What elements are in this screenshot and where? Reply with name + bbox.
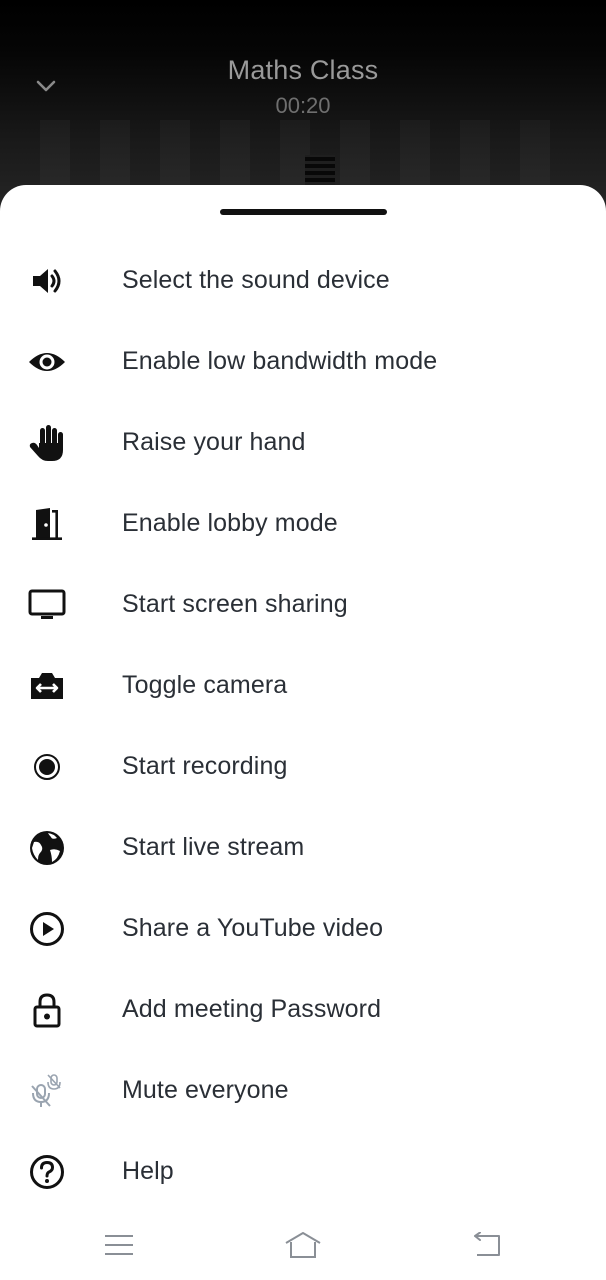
menu-item-toggle-camera[interactable]: Toggle camera (0, 645, 606, 726)
lock-icon (27, 990, 67, 1030)
menu-item-label: Help (122, 1157, 174, 1185)
record-icon (27, 747, 67, 787)
menu-item-label: Toggle camera (122, 671, 288, 699)
recent-apps-button[interactable] (94, 1225, 144, 1265)
menu-item-label: Start recording (122, 752, 288, 780)
menu-item-recording[interactable]: Start recording (0, 726, 606, 807)
eye-icon (27, 342, 67, 382)
meeting-timer: 00:20 (275, 93, 331, 118)
back-icon (474, 1232, 500, 1256)
camera-switch-icon (27, 666, 67, 706)
help-circle-icon (27, 1152, 67, 1192)
back-button[interactable] (462, 1225, 512, 1265)
menu-icon (105, 1235, 133, 1255)
menu-item-raise-hand[interactable]: Raise your hand (0, 402, 606, 483)
home-icon (285, 1232, 321, 1258)
mic-off-icon (27, 1071, 67, 1111)
menu-item-help[interactable]: Help (0, 1131, 606, 1212)
menu-item-label: Start screen sharing (122, 590, 348, 618)
hand-icon (27, 423, 67, 463)
menu-item-label: Enable low bandwidth mode (122, 347, 438, 375)
menu-item-live-stream[interactable]: Start live stream (0, 807, 606, 888)
menu-item-label: Start live stream (122, 833, 305, 861)
menu-item-label: Add meeting Password (122, 995, 382, 1023)
monitor-icon (27, 585, 67, 625)
meeting-title: Maths Class (227, 55, 379, 85)
overflow-menu: Select the sound device Enable low bandw… (0, 240, 606, 1212)
menu-item-label: Enable lobby mode (122, 509, 338, 537)
menu-item-label: Select the sound device (122, 266, 390, 294)
menu-item-label: Raise your hand (122, 428, 306, 456)
play-circle-icon (27, 909, 67, 949)
home-button[interactable] (278, 1225, 328, 1265)
menu-item-youtube-video[interactable]: Share a YouTube video (0, 888, 606, 969)
speaker-icon (27, 261, 67, 301)
drag-handle[interactable] (220, 209, 387, 215)
video-feed-shape (305, 155, 335, 189)
menu-item-label: Mute everyone (122, 1076, 289, 1104)
menu-item-lobby-mode[interactable]: Enable lobby mode (0, 483, 606, 564)
menu-item-label: Share a YouTube video (122, 914, 384, 942)
menu-item-sound-device[interactable]: Select the sound device (0, 240, 606, 321)
overflow-menu-sheet: Select the sound device Enable low bandw… (0, 185, 606, 1280)
system-nav-bar (0, 1215, 606, 1280)
menu-item-screen-sharing[interactable]: Start screen sharing (0, 564, 606, 645)
menu-item-low-bandwidth[interactable]: Enable low bandwidth mode (0, 321, 606, 402)
menu-item-mute-everyone[interactable]: Mute everyone (0, 1050, 606, 1131)
globe-icon (27, 828, 67, 868)
door-icon (27, 504, 67, 544)
menu-item-meeting-password[interactable]: Add meeting Password (0, 969, 606, 1050)
